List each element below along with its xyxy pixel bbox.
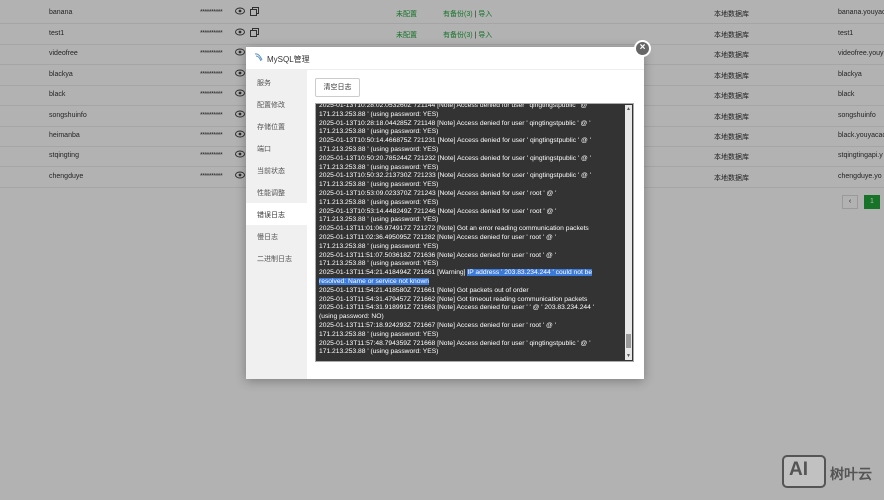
log-line: 2025-01-13T11:54:21.418580Z 721661 [Note…	[319, 286, 529, 294]
log-line: 2025-01-13T10:28:18.044285Z 721148 [Note…	[319, 119, 591, 127]
log-line: 171.213.253.88 ' (using password: YES)	[319, 216, 439, 224]
log-line: 2025-01-13T11:54:31.479457Z 721662 [Note…	[319, 295, 588, 303]
sidebar-menu-label: 端口	[257, 146, 271, 153]
scroll-up-icon[interactable]: ▲	[626, 106, 631, 112]
sidebar-menu-item[interactable]: 存储位置	[246, 115, 307, 137]
log-line: 171.213.253.88 ' (using password: YES)	[319, 348, 439, 356]
log-content: 2025-01-13T10:28:02.053260Z 721144 [Note…	[319, 103, 621, 357]
log-line: 2025-01-13T11:54:31.918991Z 721663 [Note…	[319, 304, 595, 312]
log-line: 2025-01-13T11:57:48.794359Z 721668 [Note…	[319, 339, 591, 347]
sidebar-menu-label: 存储位置	[257, 124, 285, 131]
log-line: 171.213.253.88 ' (using password: YES)	[319, 242, 439, 250]
log-line: 171.213.253.88 ' (using password: YES)	[319, 260, 439, 268]
log-line: 2025-01-13T10:50:20.785244Z 721232 [Note…	[319, 154, 591, 162]
watermark-text: 树叶云	[830, 466, 872, 482]
sidebar-menu-label: 性能调整	[257, 190, 285, 197]
sidebar-menu-item[interactable]: 当前状态	[246, 159, 307, 181]
watermark-logo: AI	[789, 459, 808, 480]
log-line: 2025-01-13T11:01:06.974917Z 721272 [Note…	[319, 225, 589, 233]
sidebar-menu-item[interactable]: 配置修改	[246, 93, 307, 115]
log-line: 2025-01-13T10:53:14.448249Z 721246 [Note…	[319, 207, 557, 215]
scroll-down-icon[interactable]: ▼	[626, 353, 631, 359]
log-selected-text: resolved: Name or service not known	[319, 277, 430, 285]
sidebar-menu-item[interactable]: 端口	[246, 137, 307, 159]
dialog-sidebar: 服务配置修改存储位置端口当前状态性能调整错误日志慢日志二进制日志	[246, 70, 307, 379]
log-warning-prefix: 2025-01-13T11:54:21.418494Z 721661 [Warn…	[319, 269, 468, 277]
sidebar-menu-label: 当前状态	[257, 168, 285, 175]
log-line: 171.213.253.88 ' (using password: YES)	[319, 128, 439, 136]
log-line: 2025-01-13T10:50:32.213730Z 721233 [Note…	[319, 172, 591, 180]
sidebar-menu-item[interactable]: 二进制日志	[246, 247, 307, 269]
sidebar-menu-label: 配置修改	[257, 102, 285, 109]
log-line: 171.213.253.88 ' (using password: YES)	[319, 110, 439, 118]
sidebar-menu-item[interactable]: 服务	[246, 71, 307, 93]
log-line: (using password: NO)	[319, 313, 384, 321]
log-line: 171.213.253.88 ' (using password: YES)	[319, 163, 439, 171]
sidebar-menu-item[interactable]: 性能调整	[246, 181, 307, 203]
log-line: 171.213.253.88 ' (using password: YES)	[319, 145, 439, 153]
dialog-close-button[interactable]: ×	[634, 40, 651, 57]
sidebar-menu-label: 二进制日志	[257, 256, 292, 263]
sidebar-menu-label: 慢日志	[257, 234, 278, 241]
log-scrollbar[interactable]: ▲ ▼	[625, 105, 632, 360]
log-line-warning: 2025-01-13T11:54:21.418494Z 721661 [Warn…	[319, 269, 621, 278]
mysql-icon	[254, 52, 264, 64]
log-line: 171.213.253.88 ' (using password: YES)	[319, 330, 439, 338]
clear-log-button[interactable]: 清空日志	[315, 78, 360, 97]
log-line: 2025-01-13T11:51:07.503618Z 721636 [Note…	[319, 251, 556, 259]
log-line-warning-cont: resolved: Name or service not known	[319, 277, 621, 287]
dialog-header: MySQL管理	[246, 47, 644, 70]
log-line: 171.213.253.88 ' (using password: YES)	[319, 181, 439, 189]
log-selected-text: IP address ' 203.83.234.244 ' could not …	[467, 269, 593, 277]
log-line: 2025-01-13T10:53:09.023370Z 721243 [Note…	[319, 189, 557, 197]
scrollbar-thumb[interactable]	[626, 334, 631, 348]
log-line: 171.213.253.88 ' (using password: YES)	[319, 198, 439, 206]
log-line: 2025-01-13T11:02:36.495095Z 721282 [Note…	[319, 233, 556, 241]
sidebar-menu-label: 错误日志	[257, 212, 285, 219]
mysql-manager-dialog: MySQL管理 服务配置修改存储位置端口当前状态性能调整错误日志慢日志二进制日志…	[246, 47, 644, 379]
sidebar-menu-label: 服务	[257, 80, 271, 87]
error-log-textarea[interactable]: 2025-01-13T10:28:02.053260Z 721144 [Note…	[315, 103, 634, 362]
dialog-title: MySQL管理	[267, 55, 310, 64]
log-line: 2025-01-13T10:50:14.466875Z 721231 [Note…	[319, 137, 591, 145]
log-line: 2025-01-13T11:57:18.924293Z 721667 [Note…	[319, 321, 556, 329]
log-line: 2025-01-13T10:28:02.053260Z 721144 [Note…	[319, 103, 591, 109]
sidebar-menu-item[interactable]: 错误日志	[246, 203, 307, 225]
sidebar-menu-item[interactable]: 慢日志	[246, 225, 307, 247]
